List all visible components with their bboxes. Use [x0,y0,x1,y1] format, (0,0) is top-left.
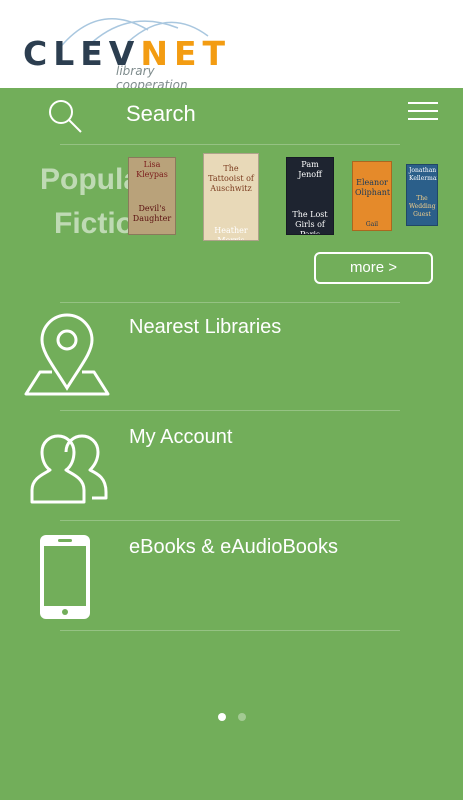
book-title: The Lost Girls of Paris [292,210,328,235]
book-cover[interactable]: Pam Jenoff The Lost Girls of Paris [286,157,334,235]
book-title: The Wedding Guest [409,195,436,218]
divider [60,410,400,411]
divider [60,630,400,631]
book-author: Pam Jenoff [298,160,322,179]
main-panel: Search Popular Fiction Lisa Kleypas Devi… [0,88,463,800]
users-icon [30,434,108,504]
menu-item-label: Nearest Libraries [129,316,282,338]
book-title: Eleanor Oliphant [355,178,391,197]
divider [60,520,400,521]
search-label[interactable]: Search [126,101,196,127]
page-indicator[interactable] [0,708,463,726]
menu-item-nearest-libraries[interactable]: Nearest Libraries [0,304,463,412]
book-cover[interactable]: Eleanor Oliphant Gail Honeyman [352,161,392,231]
phone-icon [40,535,90,619]
book-author: Jonathan Kellerman [409,167,438,182]
more-button[interactable]: more > [314,252,433,284]
search-bar[interactable]: Search [0,88,463,144]
book-cover[interactable]: The Tattooist of Auschwitz Heather Morri… [203,153,259,241]
menu-item-label: My Account [129,426,233,448]
book-author: Gail Honeyman [365,221,379,228]
book-title: Devil's Daughter [132,204,172,223]
divider [60,144,400,145]
page-dot-active[interactable] [217,713,226,721]
book-cover[interactable]: Lisa Kleypas Devil's Daughter [128,157,176,235]
book-cover[interactable]: Jonathan Kellerman The Wedding Guest [406,164,438,226]
clevnet-logo[interactable]: CLEVNET library cooperation [18,6,225,92]
map-pin-icon [24,313,110,396]
search-icon[interactable] [47,98,83,134]
hamburger-menu-icon[interactable] [408,102,438,122]
page-dot[interactable] [237,713,246,721]
menu-item-my-account[interactable]: My Account [0,414,463,522]
app-header: CLEVNET library cooperation [0,0,463,92]
menu-item-label: eBooks & eAudioBooks [129,536,339,558]
menu-item-ebooks[interactable]: eBooks & eAudioBooks [0,524,463,632]
book-title: The Tattooist of Auschwitz [208,164,254,193]
book-author: Lisa Kleypas [136,160,168,179]
book-author: Heather Morris [214,226,248,241]
divider [60,302,400,303]
